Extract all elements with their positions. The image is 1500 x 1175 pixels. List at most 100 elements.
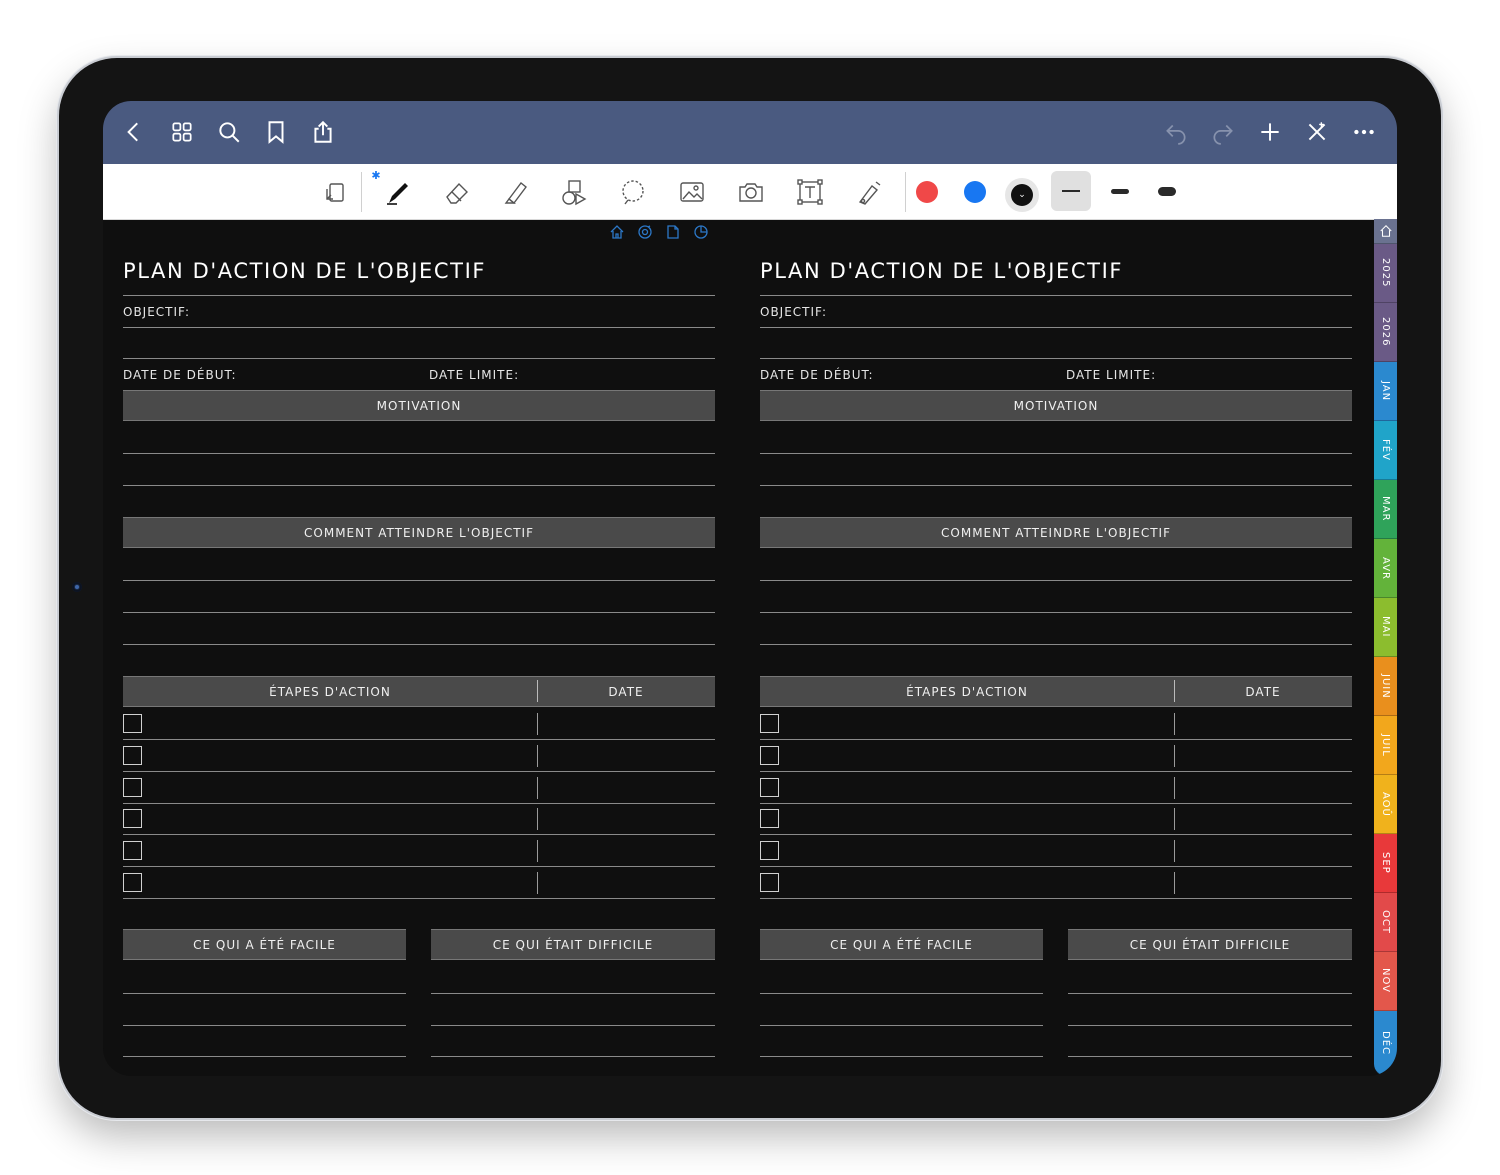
writing-line[interactable] [431,1056,715,1057]
redo-icon[interactable] [1208,117,1238,147]
step-checkbox[interactable] [123,841,142,860]
document-icon[interactable] [664,223,682,241]
refresh-target-icon[interactable] [636,223,654,241]
step-row-line[interactable] [760,739,1352,740]
grid-icon[interactable] [167,117,197,147]
writing-line[interactable] [1068,993,1352,994]
step-row-line[interactable] [123,898,715,899]
step-row-line[interactable] [123,866,715,867]
step-checkbox[interactable] [123,714,142,733]
writing-line[interactable] [123,1025,406,1026]
hard-header: CE QUI ÉTAIT DIFFICILE [431,929,715,960]
close-x-icon[interactable] [1302,117,1332,147]
writing-line[interactable] [760,993,1043,994]
step-row-line[interactable] [123,771,715,772]
step-checkbox[interactable] [123,746,142,765]
text-icon[interactable] [793,175,827,209]
deadline-label: DATE LIMITE: [429,368,520,382]
writing-line[interactable] [760,580,1352,581]
pen-icon[interactable] [381,175,415,209]
writing-line[interactable] [1068,1025,1352,1026]
writing-line[interactable] [123,580,715,581]
objective-line[interactable] [123,358,715,359]
home-icon[interactable] [608,223,626,241]
chevron-left-icon[interactable] [119,117,149,147]
tab-mar[interactable]: MAR [1374,480,1397,539]
step-checkbox[interactable] [123,809,142,828]
camera-icon[interactable] [734,175,768,209]
writing-line[interactable] [123,485,715,486]
step-checkbox[interactable] [760,841,779,860]
writing-line[interactable] [1068,1056,1352,1057]
step-row-line[interactable] [760,834,1352,835]
step-checkbox[interactable] [760,714,779,733]
page-mini-nav [608,223,710,241]
tab-nov[interactable]: NOV [1374,952,1397,1011]
writing-line[interactable] [123,993,406,994]
pie-chart-icon[interactable] [692,223,710,241]
objective-line[interactable] [760,327,1352,328]
tab-2026[interactable]: 2026 [1374,303,1397,362]
writing-line[interactable] [760,453,1352,454]
objective-label: OBJECTIF: [760,305,828,319]
bookmark-icon[interactable] [261,117,291,147]
undo-icon[interactable] [1161,117,1191,147]
writing-line[interactable] [760,612,1352,613]
writing-line[interactable] [123,453,715,454]
step-checkbox[interactable] [760,873,779,892]
more-icon[interactable] [1349,117,1379,147]
blue-color-swatch[interactable] [964,181,986,203]
writing-line[interactable] [123,612,715,613]
writing-line[interactable] [760,485,1352,486]
tab-sep[interactable]: SEP [1374,834,1397,893]
highlighter-icon[interactable] [499,175,533,209]
writing-line[interactable] [431,993,715,994]
step-checkbox[interactable] [760,746,779,765]
step-checkbox[interactable] [760,778,779,797]
tab-avr[interactable]: AVR [1374,539,1397,598]
step-row-line[interactable] [123,803,715,804]
tab-mai[interactable]: MAI [1374,598,1397,657]
red-color-swatch[interactable] [916,181,938,203]
search-icon[interactable] [214,117,244,147]
column-divider [1174,808,1175,830]
writing-line[interactable] [760,644,1352,645]
tab-fev[interactable]: FÉV [1374,421,1397,480]
step-row-line[interactable] [123,739,715,740]
black-color-swatch[interactable]: ⌄ [1005,178,1039,212]
tab-juil[interactable]: JUIL [1374,716,1397,775]
eraser-icon[interactable] [440,175,474,209]
tab-2025[interactable]: 2025 [1374,244,1397,303]
tab-aou[interactable]: AOÛ [1374,775,1397,834]
read-mode-icon[interactable] [319,175,353,209]
tab-dec[interactable]: DÉC [1374,1011,1397,1076]
writing-line[interactable] [760,1056,1043,1057]
writing-line[interactable] [123,644,715,645]
objective-line[interactable] [760,358,1352,359]
shapes-icon[interactable] [557,175,591,209]
tab-juin[interactable]: JUIN [1374,657,1397,716]
step-row-line[interactable] [760,771,1352,772]
laser-pointer-icon[interactable] [852,175,886,209]
tab-home[interactable] [1374,219,1397,244]
stroke-thick-option[interactable] [1158,187,1176,196]
step-row-line[interactable] [123,834,715,835]
step-checkbox[interactable] [123,873,142,892]
step-checkbox[interactable] [123,778,142,797]
tab-oct[interactable]: OCT [1374,893,1397,952]
image-icon[interactable] [675,175,709,209]
plus-icon[interactable] [1255,117,1285,147]
share-icon[interactable] [308,117,338,147]
lasso-icon[interactable] [616,175,650,209]
step-row-line[interactable] [760,803,1352,804]
writing-line[interactable] [431,1025,715,1026]
step-row-line[interactable] [760,898,1352,899]
objective-line[interactable] [123,327,715,328]
stroke-medium-option[interactable] [1111,189,1129,194]
writing-line[interactable] [760,1025,1043,1026]
tab-jan[interactable]: JAN [1374,362,1397,421]
stroke-thin-option[interactable] [1051,171,1091,211]
writing-line[interactable] [123,1056,406,1057]
step-row-line[interactable] [760,866,1352,867]
step-checkbox[interactable] [760,809,779,828]
